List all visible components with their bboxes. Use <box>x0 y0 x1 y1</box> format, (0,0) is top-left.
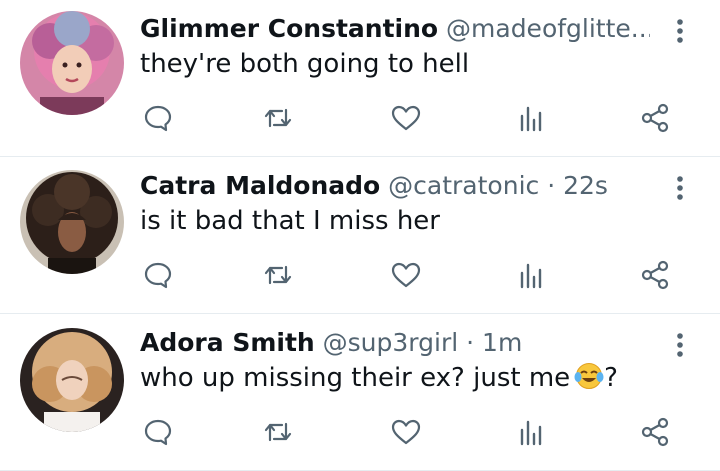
avatar[interactable] <box>20 328 124 432</box>
analytics-icon[interactable] <box>513 414 549 450</box>
tweet-text: they're both going to hell <box>140 49 470 79</box>
tweet-header: Catra Maldonado @catratonic · 22s <box>140 169 650 203</box>
author-name[interactable]: Catra Maldonado <box>140 171 380 200</box>
more-vertical-icon[interactable] <box>670 173 690 203</box>
tweet-header: Glimmer Constantino @madeofglitte... <box>140 12 650 46</box>
avatar[interactable] <box>20 170 124 274</box>
avatar[interactable] <box>20 11 124 115</box>
author-name[interactable]: Adora Smith <box>140 328 315 357</box>
tweet-item[interactable]: Adora Smith @sup3rgirl · 1m who up missi… <box>0 314 720 471</box>
heart-icon[interactable] <box>388 100 424 136</box>
tweet-text-suffix: ? <box>604 363 618 393</box>
reply-icon[interactable] <box>140 100 176 136</box>
timestamp[interactable]: 22s <box>563 171 608 200</box>
heart-icon[interactable] <box>388 257 424 293</box>
face-with-tears-of-joy-emoji <box>574 362 604 399</box>
reply-icon[interactable] <box>140 414 176 450</box>
tweet-actions <box>140 100 680 140</box>
retweet-icon[interactable] <box>260 414 296 450</box>
tweet-text-line: who up missing their ex? just me? <box>140 361 680 399</box>
tweet-text: who up missing their ex? just me <box>140 363 571 393</box>
tweet-item[interactable]: Glimmer Constantino @madeofglitte... the… <box>0 0 720 157</box>
heart-icon[interactable] <box>388 414 424 450</box>
reply-icon[interactable] <box>140 257 176 293</box>
analytics-icon[interactable] <box>513 257 549 293</box>
more-vertical-icon[interactable] <box>670 330 690 360</box>
author-handle[interactable]: @catratonic <box>388 171 539 200</box>
tweet-header: Adora Smith @sup3rgirl · 1m <box>140 326 650 360</box>
author-name[interactable]: Glimmer Constantino <box>140 14 438 43</box>
author-handle[interactable]: @sup3rgirl <box>323 328 459 357</box>
analytics-icon[interactable] <box>513 100 549 136</box>
tweet-actions <box>140 257 680 297</box>
share-icon[interactable] <box>637 257 673 293</box>
retweet-icon[interactable] <box>260 257 296 293</box>
author-handle[interactable]: @madeofglitte... <box>446 14 650 43</box>
separator-dot: · <box>547 171 556 200</box>
separator-dot: · <box>466 328 475 357</box>
more-vertical-icon[interactable] <box>670 16 690 46</box>
timestamp[interactable]: 1m <box>482 328 522 357</box>
tweet-text: is it bad that I miss her <box>140 206 440 236</box>
share-icon[interactable] <box>637 414 673 450</box>
retweet-icon[interactable] <box>260 100 296 136</box>
tweet-actions <box>140 414 680 454</box>
share-icon[interactable] <box>637 100 673 136</box>
tweet-item[interactable]: Catra Maldonado @catratonic · 22s is it … <box>0 157 720 314</box>
